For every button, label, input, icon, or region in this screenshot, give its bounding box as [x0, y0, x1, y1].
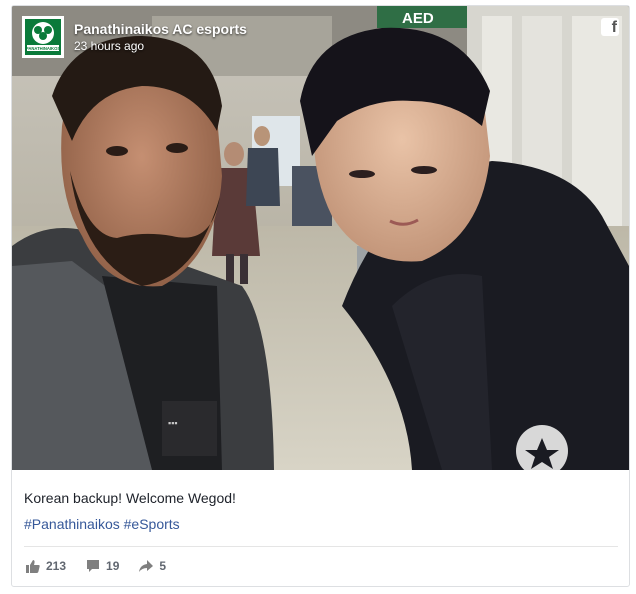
- page-logo[interactable]: PANATHINAIKOS: [22, 16, 64, 58]
- comments-count: 19: [106, 559, 120, 573]
- clover-logo-icon: PANATHINAIKOS: [25, 19, 61, 55]
- selfie-photo-image: AED ▪▪▪: [12, 6, 629, 470]
- header-text: Panathinaikos AC esports 23 hours ago: [74, 20, 247, 54]
- post-header: PANATHINAIKOS Panathinaikos AC esports 2…: [22, 15, 247, 59]
- footer-divider: [24, 546, 618, 547]
- page-name-link[interactable]: Panathinaikos AC esports: [74, 20, 247, 38]
- likes-stat[interactable]: 213: [26, 559, 66, 573]
- logo-text: PANATHINAIKOS: [26, 46, 60, 51]
- post-timestamp[interactable]: 23 hours ago: [74, 38, 247, 54]
- hashtags: #Panathinaikos #eSports: [24, 514, 618, 534]
- aed-sign-text: AED: [402, 10, 434, 27]
- post-text: Korean backup! Welcome Wegod!: [24, 490, 236, 506]
- share-arrow-icon: [139, 560, 154, 572]
- hashtag-esports[interactable]: #eSports: [124, 516, 180, 532]
- likes-count: 213: [46, 559, 67, 573]
- shares-stat[interactable]: 5: [139, 559, 166, 573]
- post-stats: 213 19 5: [26, 555, 186, 577]
- thumbs-up-icon: [26, 560, 40, 573]
- facebook-post-card: AED ▪▪▪ PANATHINAIKOS Panathinaikos AC e…: [11, 5, 630, 587]
- comments-stat[interactable]: 19: [86, 559, 119, 573]
- post-body: Korean backup! Welcome Wegod! #Panathina…: [24, 484, 618, 534]
- hashtag-panathinaikos[interactable]: #Panathinaikos: [24, 516, 120, 532]
- post-photo[interactable]: AED ▪▪▪ PANATHINAIKOS Panathinaikos AC e…: [12, 6, 629, 470]
- shares-count: 5: [159, 559, 167, 573]
- comment-icon: [87, 560, 100, 572]
- svg-text:▪▪▪: ▪▪▪: [168, 418, 178, 428]
- facebook-icon[interactable]: f: [601, 18, 619, 36]
